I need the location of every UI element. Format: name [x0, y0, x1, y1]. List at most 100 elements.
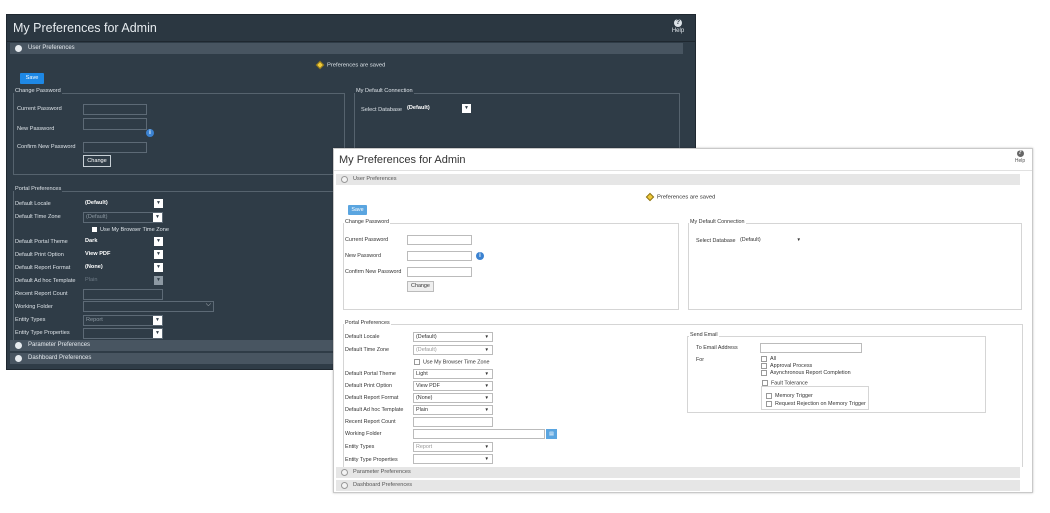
expand-icon: [15, 342, 22, 349]
portal-theme-value: Light: [416, 371, 428, 377]
all-checkbox[interactable]: [761, 356, 767, 362]
default-locale-value: (Default): [85, 200, 108, 206]
adhoc-template-label: Default Ad hoc Template: [15, 278, 76, 284]
select-database-dropdown[interactable]: (Default) ▼: [405, 104, 471, 115]
chevron-down-icon: ▼: [154, 263, 163, 272]
working-folder-label: Working Folder: [15, 304, 53, 310]
section-label: Dashboard Preferences: [28, 355, 92, 361]
save-button[interactable]: Save: [348, 205, 367, 215]
chevron-down-icon: ▼: [484, 383, 489, 388]
chevron-down-icon: ▼: [484, 456, 489, 461]
save-button[interactable]: Save: [20, 73, 44, 84]
fault-tolerance-checkbox[interactable]: [762, 380, 768, 386]
new-password-input[interactable]: [407, 251, 472, 261]
print-option-value: View PDF: [85, 251, 111, 257]
help-button[interactable]: ? Help: [1011, 150, 1029, 164]
default-timezone-dropdown[interactable]: (Default) ▼: [413, 345, 493, 355]
chevron-down-icon: ▼: [154, 250, 163, 259]
adhoc-template-dropdown[interactable]: Plain ▼: [83, 276, 163, 287]
memory-trigger-label: Memory Trigger: [775, 393, 813, 399]
chevron-down-icon: ⌵: [205, 301, 211, 308]
select-database-dropdown[interactable]: (Default) ▼: [738, 236, 804, 246]
chevron-down-icon: ▼: [484, 347, 489, 352]
portal-theme-value: Dark: [85, 238, 98, 244]
checkbox-icon: [414, 359, 420, 365]
default-timezone-value: (Default): [416, 347, 437, 353]
portal-theme-dropdown[interactable]: Light ▼: [413, 369, 493, 379]
folder-browse-button[interactable]: ▤: [546, 429, 557, 439]
request-rejection-checkbox[interactable]: [766, 401, 772, 407]
help-button[interactable]: ? Help: [667, 19, 689, 34]
report-format-dropdown[interactable]: (None) ▼: [83, 263, 163, 274]
entity-types-dropdown[interactable]: Report ▼: [83, 315, 163, 326]
current-password-input[interactable]: [83, 104, 147, 115]
info-icon[interactable]: i: [146, 129, 154, 137]
info-icon[interactable]: i: [476, 252, 484, 260]
default-locale-dropdown[interactable]: (Default) ▼: [83, 199, 163, 210]
chevron-down-icon: ▼: [484, 444, 489, 449]
saved-message: Preferences are saved: [645, 192, 715, 202]
to-email-input[interactable]: [760, 343, 862, 353]
section-dashboard-preferences[interactable]: Dashboard Preferences: [336, 480, 1020, 491]
chevron-down-icon: ▼: [796, 237, 801, 242]
change-password-button[interactable]: Change: [83, 155, 111, 167]
expand-icon: [341, 482, 348, 489]
entity-type-properties-dropdown[interactable]: ▼: [413, 454, 493, 464]
report-format-value: (None): [85, 264, 103, 270]
print-option-label: Default Print Option: [345, 383, 393, 389]
print-option-dropdown[interactable]: View PDF ▼: [413, 381, 493, 391]
select-database-value: (Default): [407, 105, 430, 111]
section-user-preferences[interactable]: User Preferences: [336, 174, 1020, 185]
recent-report-count-input[interactable]: [413, 417, 493, 427]
section-parameter-preferences[interactable]: Parameter Preferences: [336, 467, 1020, 478]
entity-types-dropdown[interactable]: Report ▼: [413, 442, 493, 452]
confirm-password-label: Confirm New Password: [345, 269, 402, 275]
working-folder-input[interactable]: [413, 429, 545, 439]
light-preferences-window: My Preferences for Admin ? Help User Pre…: [333, 148, 1033, 493]
entity-type-properties-label: Entity Type Properties: [345, 457, 398, 463]
default-connection-legend: My Default Connection: [355, 88, 414, 94]
browser-timezone-checkbox[interactable]: Use My Browser Time Zone: [414, 359, 490, 365]
report-format-dropdown[interactable]: (None) ▼: [413, 393, 493, 403]
confirm-password-input[interactable]: [83, 142, 147, 153]
portal-theme-dropdown[interactable]: Dark ▼: [83, 237, 163, 248]
title-bar: My Preferences for Admin ? Help: [7, 15, 695, 42]
confirm-password-input[interactable]: [407, 267, 472, 277]
default-locale-dropdown[interactable]: (Default) ▼: [413, 332, 493, 342]
change-password-legend: Change Password: [344, 219, 391, 225]
approval-process-label: Approval Process: [770, 363, 813, 369]
adhoc-template-dropdown[interactable]: Plain ▼: [413, 405, 493, 415]
default-locale-label: Default Locale: [15, 201, 51, 207]
recent-report-count-label: Recent Report Count: [345, 419, 396, 425]
chevron-down-icon: ▼: [484, 371, 489, 376]
current-password-input[interactable]: [407, 235, 472, 245]
chevron-down-icon: ▼: [154, 237, 163, 246]
change-password-button[interactable]: Change: [407, 281, 434, 292]
working-folder-input[interactable]: ⌵: [83, 301, 214, 312]
memory-trigger-checkbox[interactable]: [766, 393, 772, 399]
new-password-input[interactable]: [83, 118, 147, 130]
default-timezone-dropdown[interactable]: (Default) ▼: [83, 212, 163, 223]
async-report-checkbox[interactable]: [761, 370, 767, 376]
chevron-down-icon: ▼: [462, 104, 471, 113]
recent-report-count-input[interactable]: [83, 289, 163, 300]
section-user-preferences[interactable]: User Preferences: [10, 43, 683, 54]
report-format-label: Default Report Format: [15, 265, 71, 271]
approval-process-checkbox[interactable]: [761, 363, 767, 369]
chevron-down-icon: ▼: [484, 407, 489, 412]
success-icon: [645, 192, 655, 202]
chevron-down-icon: ▼: [484, 334, 489, 339]
fault-tolerance-legend[interactable]: Fault Tolerance: [761, 380, 809, 387]
print-option-dropdown[interactable]: View PDF ▼: [83, 250, 163, 261]
browser-timezone-label: Use My Browser Time Zone: [100, 227, 170, 233]
saved-text: Preferences are saved: [327, 62, 386, 69]
browser-timezone-checkbox[interactable]: Use My Browser Time Zone: [92, 227, 169, 233]
help-icon: ?: [674, 19, 682, 27]
entity-types-value: Report: [86, 317, 103, 323]
success-icon: [315, 60, 325, 70]
default-connection-legend: My Default Connection: [689, 219, 746, 225]
request-rejection-label: Request Rejection on Memory Trigger: [775, 401, 866, 407]
async-report-label: Asynchronous Report Completion: [770, 370, 851, 376]
entity-type-properties-dropdown[interactable]: ▼: [83, 328, 163, 339]
entity-types-label: Entity Types: [345, 444, 375, 450]
